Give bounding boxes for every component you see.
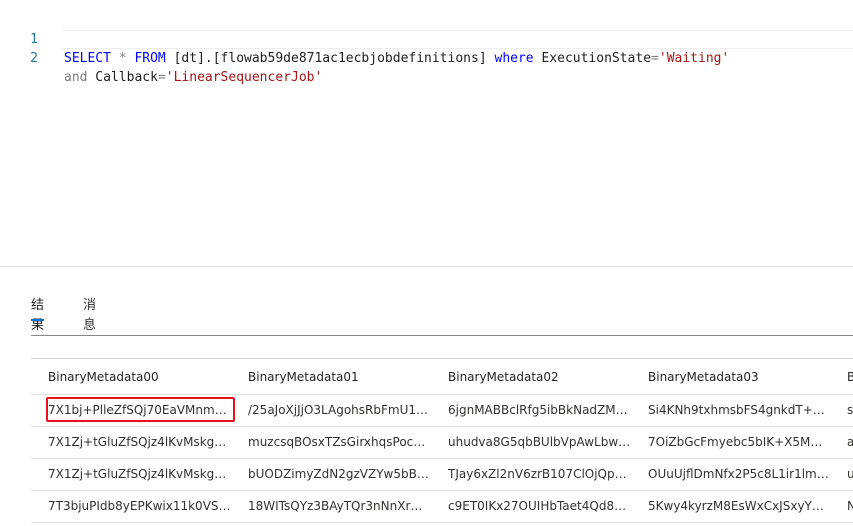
table-cell[interactable]: 7X1bj+PlleZfSQj70EaVMnmVx... (31, 395, 231, 426)
table-cell[interactable]: 7X1Zj+tGluZfSQjz4lKvMskgKYl... (31, 427, 231, 458)
table-cell[interactable]: a (831, 427, 853, 458)
tab-results[interactable]: 结果 (31, 296, 45, 333)
table-cell[interactable]: 7OiZbGcFmyebc5bIK+X5MH3... (631, 427, 831, 458)
code-line-2[interactable]: 2 and Callback='LinearSequencerJob' (0, 30, 853, 85)
column-header[interactable]: B (831, 359, 853, 394)
column-header[interactable]: BinaryMetadata02 (431, 359, 631, 394)
table-row[interactable]: 7T3bjuPIdb8yEPKwix11k0VSEts... 18WITsQYz… (31, 491, 853, 523)
table-cell[interactable]: N (831, 491, 853, 522)
grid-header-row: BinaryMetadata00 BinaryMetadata01 Binary… (31, 359, 853, 395)
code-token: = (157, 70, 166, 85)
query-editor[interactable]: 1 SELECT * FROM [dt].[flowab59de871ac1ec… (0, 0, 853, 267)
table-row[interactable]: 7X1bj+PlleZfSQj70EaVMnmVx... /25aJoXjJjO… (31, 395, 853, 427)
code-token: 'Waiting' (658, 51, 730, 66)
code-token: and (64, 70, 88, 85)
table-cell[interactable]: 7T3bjuPIdb8yEPKwix11k0VSEts... (31, 491, 231, 522)
code-token: FROM (134, 51, 166, 66)
table-cell[interactable]: OUuUjflDmNfx2P5c8L1ir1lmxz... (631, 459, 831, 490)
table-cell[interactable]: muzcsqBOsxTZsGirxhqsPocNH... (231, 427, 431, 458)
table-cell[interactable]: 18WITsQYz3BAyTQr3nNnXrGs... (231, 491, 431, 522)
table-cell[interactable]: uhudva8G5qbBUlbVpAwLbwHY... (431, 427, 631, 458)
code-token: [dt].[flowab59de871ac1ecbjobdefinitions] (165, 51, 495, 66)
table-row[interactable]: 7X1Zj+tGluZfSQjz4lKvMskgKYl... bUODZimyZ… (31, 459, 853, 491)
code-text[interactable]: and Callback='LinearSequencerJob' (64, 68, 322, 87)
column-header[interactable]: BinaryMetadata01 (231, 359, 431, 394)
results-grid: BinaryMetadata00 BinaryMetadata01 Binary… (31, 358, 853, 523)
table-cell[interactable]: s (831, 395, 853, 426)
code-token: where (494, 51, 534, 66)
column-header[interactable]: BinaryMetadata03 (631, 359, 831, 394)
table-cell[interactable]: 7X1Zj+tGluZfSQjz4lKvMskgKYl... (31, 459, 231, 490)
tabs-divider (31, 335, 853, 336)
line-number: 2 (30, 51, 38, 66)
column-header[interactable]: BinaryMetadata00 (31, 359, 231, 394)
code-token: 'LinearSequencerJob' (165, 70, 323, 85)
table-cell[interactable]: 5Kwy4kyrzM8EsWxCxJSxyYnQw... (631, 491, 831, 522)
code-text[interactable]: SELECT * FROM [dt].[flowab59de871ac1ecbj… (64, 49, 729, 68)
table-cell[interactable]: 6jgnMABBclRfg5ibBkNadZM0r... (431, 395, 631, 426)
table-cell[interactable]: c9ET0IKx27OUIHbTaet4Qd8zD... (431, 491, 631, 522)
table-cell[interactable]: TJay6xZl2nV6zrB107ClOjQp1rA... (431, 459, 631, 490)
tab-messages[interactable]: 消息 (83, 296, 96, 333)
table-cell[interactable]: /25aJoXjJjO3LAgohsRbFmU1Gl... (231, 395, 431, 426)
code-token: Callback (87, 70, 158, 85)
code-token: ExecutionState (533, 51, 652, 66)
code-token: * (118, 51, 127, 66)
table-cell[interactable]: u (831, 459, 853, 490)
code-token: = (651, 51, 659, 66)
code-line-1[interactable]: 1 SELECT * FROM [dt].[flowab59de871ac1ec… (0, 11, 853, 66)
table-cell[interactable]: bUODZimyZdN2gzVZYw5bBqD... (231, 459, 431, 490)
code-token: SELECT (64, 51, 111, 66)
table-cell[interactable]: Si4KNh9txhmsbFS4gnkdT+3Hh... (631, 395, 831, 426)
table-row[interactable]: 7X1Zj+tGluZfSQjz4lKvMskgKYl... muzcsqBOs… (31, 427, 853, 459)
